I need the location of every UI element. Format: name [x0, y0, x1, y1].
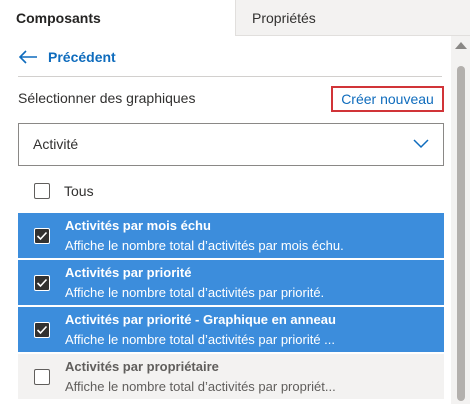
chart-description: Affiche le nombre total d’activités par …	[65, 379, 336, 394]
chart-title: Activités par mois échu	[65, 218, 211, 233]
chart-description: Affiche le nombre total d’activités par …	[65, 238, 344, 253]
select-all-checkbox[interactable]	[34, 183, 50, 199]
list-item[interactable]: Activités par priorité Affiche le nombre…	[18, 260, 444, 305]
dropdown-selected-value: Activité	[33, 136, 79, 152]
chart-title: Activités par priorité	[65, 265, 192, 280]
checkmark-icon	[36, 278, 48, 288]
chart-list: Activités par mois échu Affiche le nombr…	[18, 213, 444, 401]
divider	[18, 76, 442, 77]
chart-checkbox[interactable]	[34, 228, 50, 244]
chart-title: Activités par priorité - Graphique en an…	[65, 312, 336, 327]
arrow-left-icon	[18, 50, 37, 64]
chart-checkbox[interactable]	[34, 369, 50, 385]
checkmark-icon	[36, 231, 48, 241]
tab-bar: Composants Propriétés	[0, 0, 470, 36]
chart-checkbox[interactable]	[34, 275, 50, 291]
chart-description: Affiche le nombre total d’activités par …	[65, 285, 325, 300]
tab-proprietes[interactable]: Propriétés	[236, 0, 448, 36]
tab-composants[interactable]: Composants	[0, 0, 236, 36]
list-item[interactable]: Activités par propriétaire Affiche le no…	[18, 354, 444, 399]
checkmark-icon	[36, 325, 48, 335]
chart-title: Activités par propriétaire	[65, 359, 219, 374]
chevron-down-icon	[413, 139, 429, 149]
select-all-label: Tous	[64, 183, 94, 199]
create-new-link[interactable]: Créer nouveau	[331, 86, 444, 112]
list-item[interactable]: Activités par priorité - Graphique en an…	[18, 307, 444, 352]
scrollbar[interactable]	[451, 36, 470, 404]
back-label: Précédent	[48, 49, 116, 65]
entity-dropdown[interactable]: Activité	[18, 123, 444, 166]
scrollbar-thumb[interactable]	[457, 66, 465, 401]
scroll-up-arrow-icon[interactable]	[455, 42, 467, 49]
list-item[interactable]: Activités par mois échu Affiche le nombr…	[18, 213, 444, 258]
chart-description: Affiche le nombre total d’activités par …	[65, 332, 335, 347]
back-button[interactable]: Précédent	[18, 46, 116, 68]
chart-checkbox[interactable]	[34, 322, 50, 338]
select-charts-label: Sélectionner des graphiques	[18, 90, 196, 106]
select-all-row[interactable]: Tous	[34, 181, 94, 201]
